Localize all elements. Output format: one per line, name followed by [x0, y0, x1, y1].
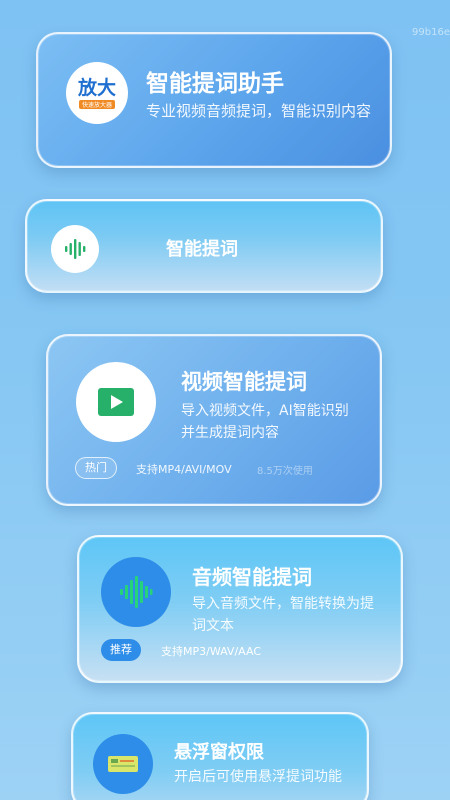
app-logo-text: 放大	[77, 76, 116, 99]
app-logo-subtext: 快速放大器	[78, 99, 115, 109]
video-usage-count: 8.5万次使用	[257, 466, 313, 477]
audio-prompt-description: 导入音频文件，智能转换为提词文本	[192, 596, 374, 634]
audio-formats: 支持MP3/WAV/AAC	[161, 645, 261, 658]
video-prompt-card[interactable]: 视频智能提词 导入视频文件，AI智能识别并生成提词内容 热门 支持MP4/AVI…	[46, 334, 382, 506]
sound-wave-icon	[101, 557, 171, 627]
audio-wave-icon	[51, 225, 99, 273]
floating-window-permission-card[interactable]: 悬浮窗权限 开启后可使用悬浮提词功能	[71, 712, 369, 800]
video-prompt-title: 视频智能提词	[181, 370, 307, 394]
recommended-badge: 推荐	[101, 639, 141, 661]
video-prompt-description: 导入视频文件，AI智能识别并生成提词内容	[181, 403, 349, 441]
audio-prompt-title: 音频智能提词	[192, 565, 312, 589]
hot-badge: 热门	[75, 457, 117, 479]
video-formats: 支持MP4/AVI/MOV	[136, 463, 232, 476]
smart-prompt-title: 智能提词	[166, 239, 238, 260]
play-video-icon	[76, 362, 156, 442]
app-header-card: 放大 快速放大器 智能提词助手 专业视频音频提词，智能识别内容	[36, 32, 392, 168]
audio-prompt-card[interactable]: 音频智能提词 导入音频文件，智能转换为提词文本 推荐 支持MP3/WAV/AAC	[77, 535, 403, 683]
smart-prompt-entry[interactable]: 智能提词	[25, 199, 383, 293]
floating-window-description: 开启后可使用悬浮提词功能	[174, 769, 342, 785]
app-description: 专业视频音频提词，智能识别内容	[146, 102, 372, 120]
floating-window-title: 悬浮窗权限	[174, 742, 264, 763]
floating-window-icon	[93, 734, 153, 794]
watermark: 99b16e	[412, 27, 450, 38]
app-title: 智能提词助手	[146, 71, 284, 97]
app-logo: 放大 快速放大器	[66, 62, 128, 124]
